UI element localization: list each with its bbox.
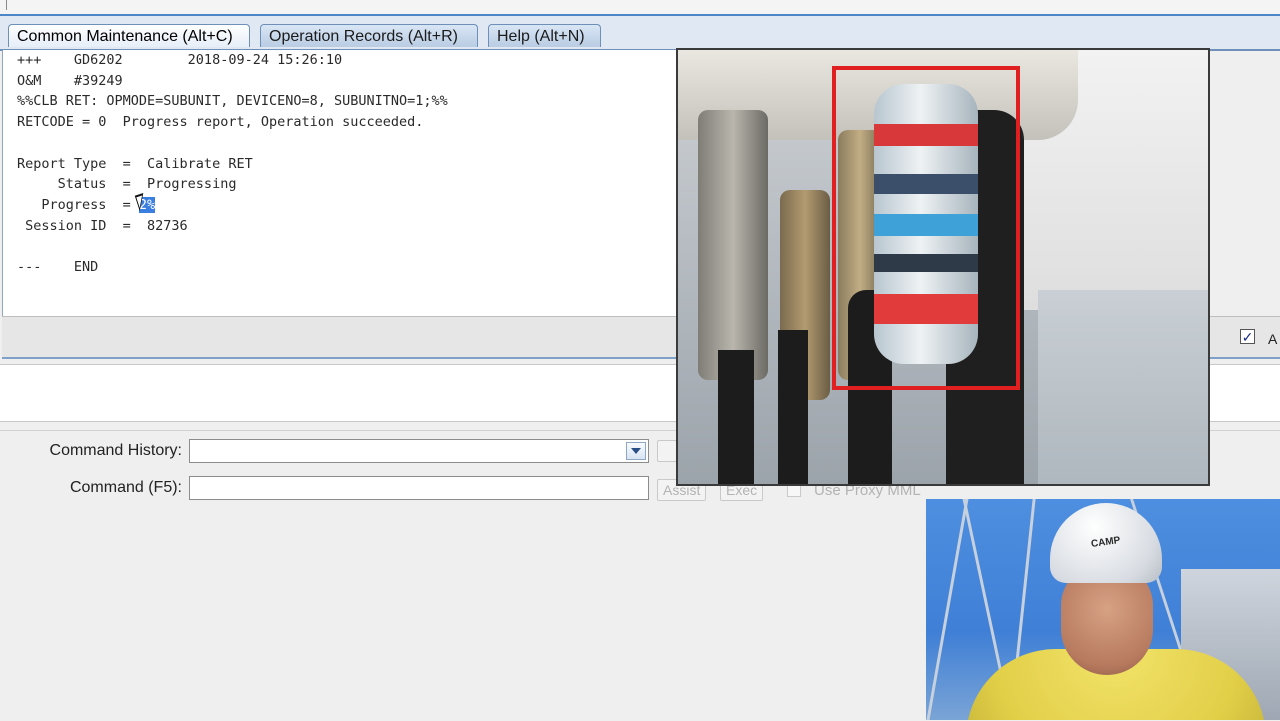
console-text: +++ GD6202 2018-09-24 15:26:10 O&M #3924…: [17, 50, 678, 278]
chevron-down-icon[interactable]: [626, 442, 646, 460]
tab-help[interactable]: Help (Alt+N): [488, 24, 601, 47]
window-edge-mark: [6, 0, 7, 10]
highlight-box: [832, 66, 1020, 390]
coax-cable: [778, 330, 808, 484]
top-window-strip: [0, 0, 1280, 16]
console-line: O&M #39249: [17, 72, 123, 89]
camera-feed: [676, 48, 1210, 486]
console-line: +++ GD6202 2018-09-24 15:26:10: [17, 52, 343, 68]
history-side-button[interactable]: [657, 440, 677, 462]
console-line: Session ID = 82736: [17, 217, 188, 234]
tab-common-maintenance[interactable]: Common Maintenance (Alt+C): [8, 24, 250, 47]
command-label: Command (F5):: [69, 479, 182, 496]
tab-operation-records[interactable]: Operation Records (Alt+R): [260, 24, 478, 47]
connector-pipe: [698, 110, 768, 380]
auto-scroll-checkbox[interactable]: ✓: [1240, 329, 1255, 344]
console-line: --- END: [17, 259, 99, 276]
command-history-select[interactable]: [189, 439, 649, 463]
auto-scroll-label: A: [1268, 331, 1278, 347]
console-line: RETCODE = 0 Progress report, Operation s…: [17, 114, 424, 131]
webcam-feed: CAMP: [926, 499, 1280, 720]
console-line: Report Type = Calibrate RET: [17, 155, 253, 172]
tower-beam: [926, 499, 969, 720]
console-line: Progress =: [17, 196, 139, 213]
console-line: %%CLB RET: OPMODE=SUBUNIT, DEVICENO=8, S…: [17, 93, 448, 110]
command-history-label: Command History:: [49, 442, 182, 459]
city-background: [1038, 290, 1208, 484]
tab-bar: Common Maintenance (Alt+C) Operation Rec…: [0, 16, 1280, 50]
console-line: Status = Progressing: [17, 176, 237, 193]
command-input[interactable]: [189, 476, 649, 500]
command-output-console[interactable]: +++ GD6202 2018-09-24 15:26:10 O&M #3924…: [2, 50, 678, 316]
coax-cable: [718, 350, 754, 484]
